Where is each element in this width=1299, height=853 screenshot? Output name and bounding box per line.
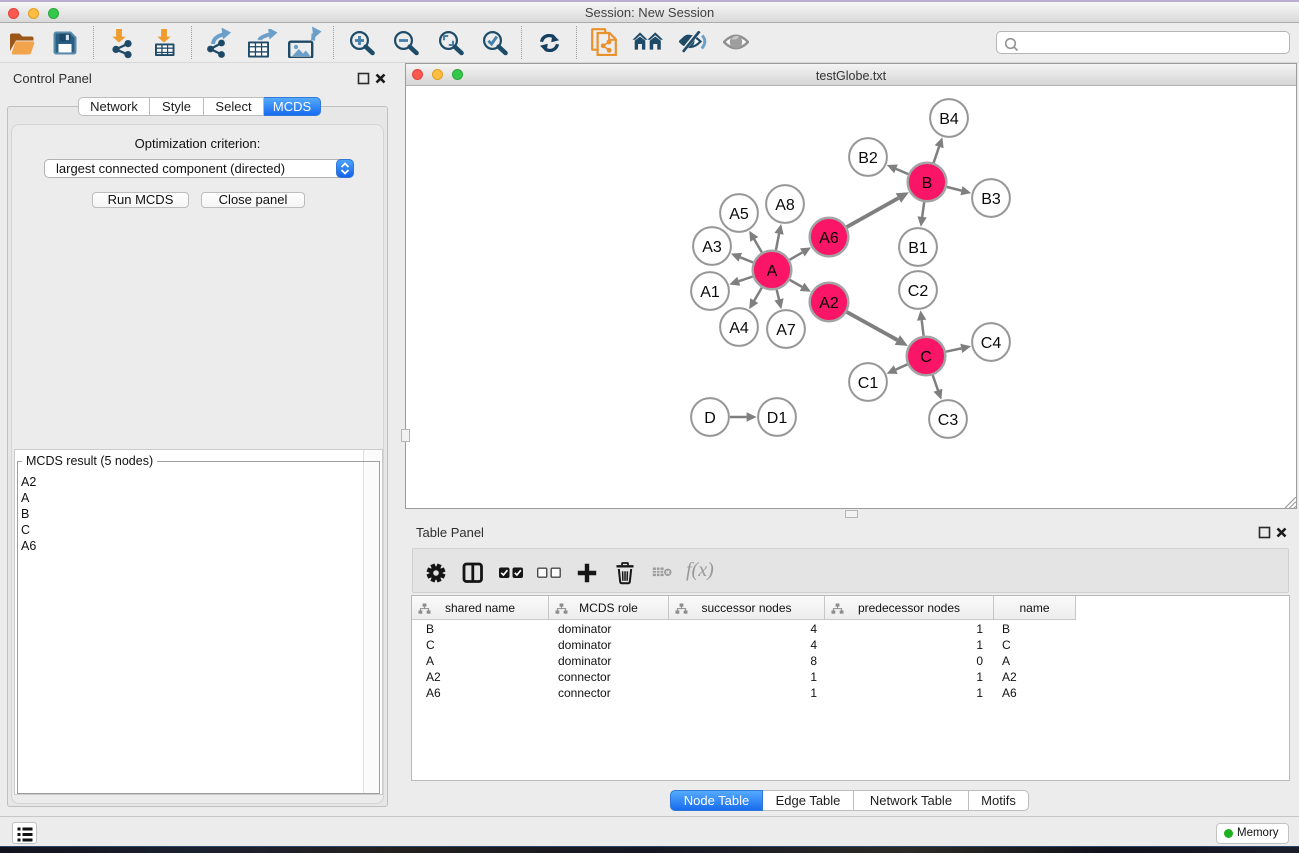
svg-text:C1: C1 <box>858 375 879 392</box>
svg-text:B3: B3 <box>981 191 1001 208</box>
svg-text:C: C <box>920 349 932 366</box>
svg-text:D: D <box>704 410 716 427</box>
svg-text:A: A <box>767 263 778 280</box>
svg-text:A5: A5 <box>729 206 749 223</box>
svg-text:C2: C2 <box>908 283 929 300</box>
svg-text:C4: C4 <box>981 335 1002 352</box>
svg-text:B2: B2 <box>858 150 878 167</box>
svg-text:A4: A4 <box>729 320 749 337</box>
svg-text:D1: D1 <box>767 410 788 427</box>
svg-text:A2: A2 <box>819 295 839 312</box>
svg-text:A8: A8 <box>775 197 795 214</box>
svg-text:A7: A7 <box>776 322 796 339</box>
svg-text:C3: C3 <box>938 412 959 429</box>
svg-text:B4: B4 <box>939 111 959 128</box>
svg-text:A6: A6 <box>819 230 839 247</box>
svg-text:A1: A1 <box>700 284 720 301</box>
svg-text:B1: B1 <box>908 240 928 257</box>
svg-text:B: B <box>922 175 933 192</box>
svg-text:A3: A3 <box>702 239 722 256</box>
